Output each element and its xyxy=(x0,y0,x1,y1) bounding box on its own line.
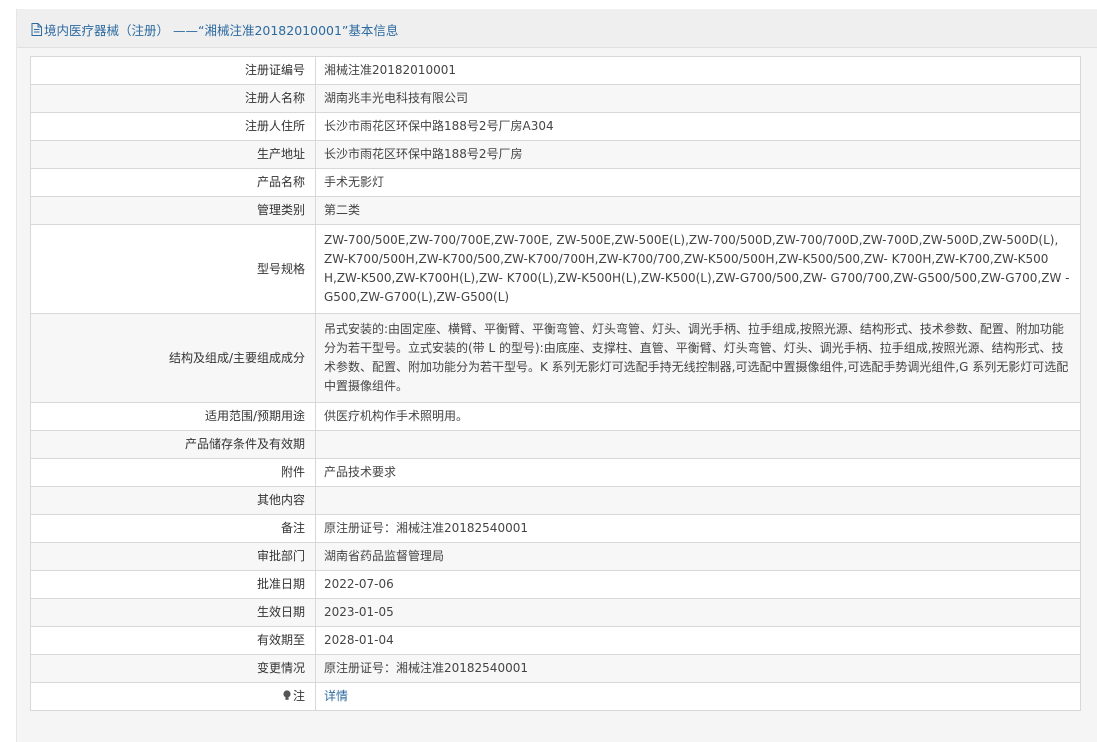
row-value: 供医疗机构作手术照明用。 xyxy=(315,402,1081,431)
row-value: 湖南兆丰光电科技有限公司 xyxy=(315,84,1081,113)
info-table: 注册证编号 湘械注准20182010001 注册人名称 湖南兆丰光电科技有限公司… xyxy=(30,56,1081,711)
lightbulb-icon xyxy=(283,690,291,700)
table-row: 变更情况 原注册证号：湘械注准20182540001 xyxy=(30,654,1081,683)
row-value: ZW-700/500E,ZW-700/700E,ZW-700E, ZW-500E… xyxy=(315,224,1081,314)
table-row: 生产地址 长沙市雨花区环保中路188号2号厂房 xyxy=(30,140,1081,169)
row-label: 产品储存条件及有效期 xyxy=(30,430,316,459)
row-label: 注册人住所 xyxy=(30,112,316,141)
table-row: 注册证编号 湘械注准20182010001 xyxy=(30,56,1081,85)
row-value: 湘械注准20182010001 xyxy=(315,56,1081,85)
row-value: 2022-07-06 xyxy=(315,570,1081,599)
row-label: 管理类别 xyxy=(30,196,316,225)
table-row: 审批部门 湖南省药品监督管理局 xyxy=(30,542,1081,571)
panel-header: 境内医疗器械（注册） ——“湘械注准20182010001”基本信息 xyxy=(17,9,1097,48)
row-label-note: 注 xyxy=(30,682,316,711)
table-row: 管理类别 第二类 xyxy=(30,196,1081,225)
row-label: 备注 xyxy=(30,514,316,543)
row-label: 生效日期 xyxy=(30,598,316,627)
detail-panel: 境内医疗器械（注册） ——“湘械注准20182010001”基本信息 注册证编号… xyxy=(16,9,1097,742)
row-value xyxy=(315,430,1081,459)
table-row: 批准日期 2022-07-06 xyxy=(30,570,1081,599)
table-row: 结构及组成/主要组成成分 吊式安装的:由固定座、横臂、平衡臂、平衡弯管、灯头弯管… xyxy=(30,313,1081,403)
table-row: 附件 产品技术要求 xyxy=(30,458,1081,487)
table-row: 注册人住所 长沙市雨花区环保中路188号2号厂房A304 xyxy=(30,112,1081,141)
page-title: 境内医疗器械（注册） ——“湘械注准20182010001”基本信息 xyxy=(44,23,399,38)
details-link[interactable]: 详情 xyxy=(324,689,348,703)
row-value: 长沙市雨花区环保中路188号2号厂房A304 xyxy=(315,112,1081,141)
panel-title: 境内医疗器械（注册） ——“湘械注准20182010001”基本信息 xyxy=(31,20,398,39)
table-row: 备注 原注册证号：湘械注准20182540001 xyxy=(30,514,1081,543)
row-value xyxy=(315,486,1081,515)
row-label: 附件 xyxy=(30,458,316,487)
row-label: 产品名称 xyxy=(30,168,316,197)
row-value: 原注册证号：湘械注准20182540001 xyxy=(315,514,1081,543)
row-label: 适用范围/预期用途 xyxy=(30,402,316,431)
table-row: 生效日期 2023-01-05 xyxy=(30,598,1081,627)
row-label: 注册证编号 xyxy=(30,56,316,85)
table-row: 产品储存条件及有效期 xyxy=(30,430,1081,459)
table-row: 产品名称 手术无影灯 xyxy=(30,168,1081,197)
row-label: 变更情况 xyxy=(30,654,316,683)
table-row: 适用范围/预期用途 供医疗机构作手术照明用。 xyxy=(30,402,1081,431)
note-label: 注 xyxy=(292,689,305,703)
table-row: 型号规格 ZW-700/500E,ZW-700/700E,ZW-700E, ZW… xyxy=(30,224,1081,314)
row-label: 审批部门 xyxy=(30,542,316,571)
row-label: 注册人名称 xyxy=(30,84,316,113)
table-row: 注册人名称 湖南兆丰光电科技有限公司 xyxy=(30,84,1081,113)
row-label: 生产地址 xyxy=(30,140,316,169)
document-icon xyxy=(31,23,42,36)
row-value: 产品技术要求 xyxy=(315,458,1081,487)
row-label: 批准日期 xyxy=(30,570,316,599)
row-value: 原注册证号：湘械注准20182540001 xyxy=(315,654,1081,683)
table-row: 注 详情 xyxy=(30,682,1081,711)
row-label: 有效期至 xyxy=(30,626,316,655)
row-label: 型号规格 xyxy=(30,224,316,314)
row-value: 手术无影灯 xyxy=(315,168,1081,197)
row-value: 2028-01-04 xyxy=(315,626,1081,655)
row-value: 第二类 xyxy=(315,196,1081,225)
info-table-container: 注册证编号 湘械注准20182010001 注册人名称 湖南兆丰光电科技有限公司… xyxy=(30,56,1081,711)
row-value: 长沙市雨花区环保中路188号2号厂房 xyxy=(315,140,1081,169)
row-value: 2023-01-05 xyxy=(315,598,1081,627)
row-label: 结构及组成/主要组成成分 xyxy=(30,313,316,403)
row-label: 其他内容 xyxy=(30,486,316,515)
table-row: 其他内容 xyxy=(30,486,1081,515)
row-value: 吊式安装的:由固定座、横臂、平衡臂、平衡弯管、灯头弯管、灯头、调光手柄、拉手组成… xyxy=(315,313,1081,403)
row-value: 湖南省药品监督管理局 xyxy=(315,542,1081,571)
table-row: 有效期至 2028-01-04 xyxy=(30,626,1081,655)
row-value: 详情 xyxy=(315,682,1081,711)
